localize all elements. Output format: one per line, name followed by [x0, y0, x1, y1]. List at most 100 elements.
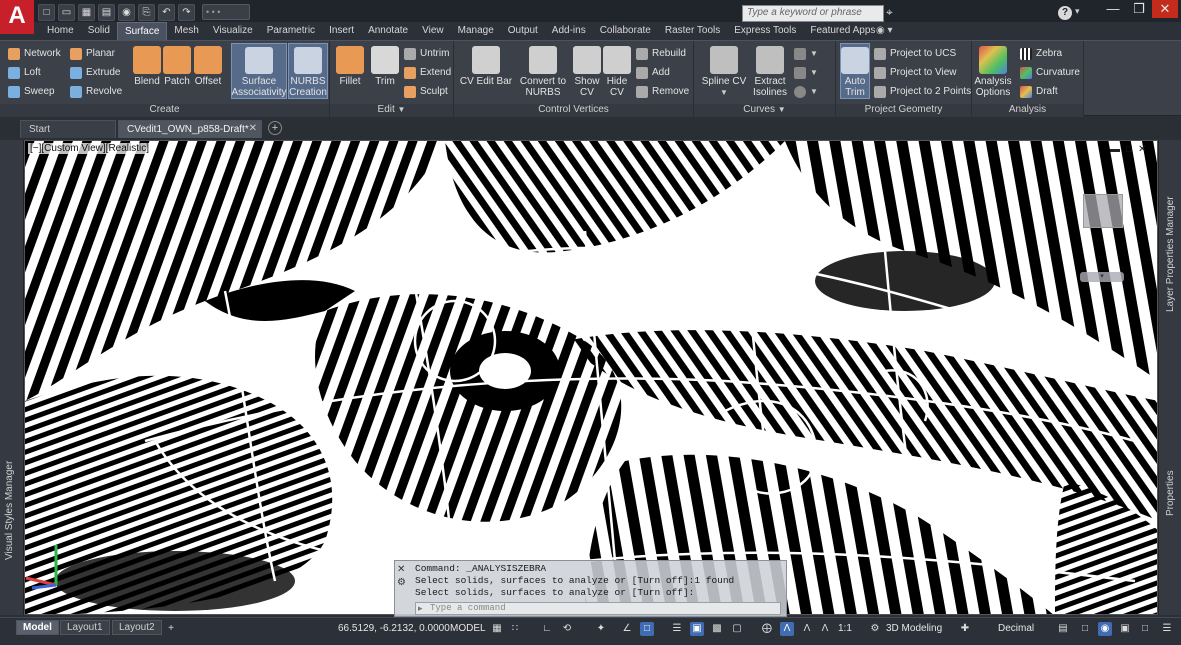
extract-isolines-button[interactable]: Extract Isolines: [750, 43, 790, 98]
blend-button[interactable]: Blend: [132, 43, 162, 87]
close-button[interactable]: ✕: [1152, 0, 1178, 18]
gear-icon[interactable]: ⚙: [868, 622, 882, 636]
show-cv-button[interactable]: Show CV: [572, 43, 602, 98]
wcs-dropdown[interactable]: ▾: [1080, 272, 1124, 282]
close-icon[interactable]: ✕: [249, 123, 257, 134]
tab-featured-apps[interactable]: Featured Apps: [803, 22, 882, 40]
project-to-2-points-button[interactable]: Project to 2 Points: [874, 83, 971, 100]
project-to-view-button[interactable]: Project to View: [874, 64, 957, 81]
customization-menu-icon[interactable]: ☰: [1160, 622, 1174, 636]
ribbon-minimize-icon[interactable]: ◉ ▾: [876, 25, 893, 36]
hide-cv-button[interactable]: Hide CV: [602, 43, 632, 98]
nurbs-creation-button[interactable]: NURBS Creation: [288, 43, 328, 99]
hardware-acceleration-icon[interactable]: ▣: [1118, 622, 1132, 636]
tab-home[interactable]: Home: [40, 22, 81, 40]
project-to-ucs-button[interactable]: Project to UCS: [874, 45, 956, 62]
object-snap-icon[interactable]: □: [640, 622, 654, 636]
tab-output[interactable]: Output: [501, 22, 545, 40]
viewport-minimize-icon[interactable]: ▬: [1110, 144, 1120, 155]
zebra-button[interactable]: Zebra: [1020, 45, 1062, 62]
object-snap-tracking-icon[interactable]: ∠: [620, 622, 634, 636]
convert-to-nurbs-button[interactable]: Convert to NURBS: [516, 43, 570, 98]
auto-trim-button[interactable]: Auto Trim: [840, 43, 870, 99]
auto-scale-icon[interactable]: Λ: [800, 622, 814, 636]
new-tab-button[interactable]: +: [268, 121, 282, 135]
visual-styles-palette[interactable]: Visual Styles Manager: [0, 140, 24, 615]
tab-surface[interactable]: Surface: [116, 22, 168, 40]
tab-parametric[interactable]: Parametric: [260, 22, 322, 40]
save-icon[interactable]: ▦: [78, 4, 95, 21]
lock-ui-icon[interactable]: □: [1078, 622, 1092, 636]
remove-cv-button[interactable]: Remove: [636, 83, 689, 100]
annotation-scale-dropdown[interactable]: 1:1: [838, 623, 852, 634]
search-input[interactable]: Type a keyword or phrase: [742, 5, 884, 22]
revolve-button[interactable]: Revolve: [70, 83, 122, 100]
curve-tool-2[interactable]: ▼: [794, 64, 818, 81]
web-mobile-icon[interactable]: ◉: [118, 4, 135, 21]
undo-icon[interactable]: ↶: [158, 4, 175, 21]
network-button[interactable]: Network: [8, 45, 61, 62]
layout-tab-layout1[interactable]: Layout1: [60, 620, 110, 635]
isodraft-icon[interactable]: ✦: [594, 622, 608, 636]
snap-icon[interactable]: ∷: [508, 622, 522, 636]
redo-icon[interactable]: ↷: [178, 4, 195, 21]
save-as-icon[interactable]: ▤: [98, 4, 115, 21]
workspace-dropdown[interactable]: • • •: [202, 4, 250, 20]
annotation-visibility-icon[interactable]: Λ: [780, 622, 794, 636]
binoculars-icon[interactable]: ⌖: [886, 5, 900, 21]
3d-object-snap-icon[interactable]: ▢: [730, 622, 744, 636]
units-dropdown[interactable]: Decimal: [998, 623, 1034, 634]
offset-button[interactable]: Offset: [192, 43, 224, 87]
layout-tab-model[interactable]: Model: [16, 620, 59, 635]
tab-solid[interactable]: Solid: [81, 22, 117, 40]
help-icon[interactable]: ?: [1058, 6, 1072, 20]
patch-button[interactable]: Patch: [162, 43, 192, 87]
polar-icon[interactable]: ⟲: [560, 622, 574, 636]
model-space-toggle[interactable]: MODEL: [450, 623, 486, 634]
analysis-options-button[interactable]: Analysis Options: [974, 43, 1012, 98]
ortho-icon[interactable]: ∟: [540, 622, 554, 636]
transparency-icon[interactable]: ▣: [690, 622, 704, 636]
panel-title-edit[interactable]: Edit ▼: [330, 104, 453, 117]
viewcube[interactable]: [1083, 194, 1123, 228]
tab-annotate[interactable]: Annotate: [361, 22, 415, 40]
doc-tab-start[interactable]: Start: [20, 120, 116, 138]
add-cv-button[interactable]: Add: [636, 64, 670, 81]
fillet-button[interactable]: Fillet: [334, 43, 366, 87]
rebuild-button[interactable]: Rebuild: [636, 45, 686, 62]
layout-tab-layout2[interactable]: Layout2: [112, 620, 162, 635]
isolate-objects-icon[interactable]: ◉: [1098, 622, 1112, 636]
print-icon[interactable]: ⎘: [138, 4, 155, 21]
viewport-controls-label[interactable]: [−][Custom View][Realistic]: [28, 143, 152, 154]
wrench-icon[interactable]: ⚙: [397, 576, 411, 589]
open-folder-icon[interactable]: ▭: [58, 4, 75, 21]
tab-manage[interactable]: Manage: [451, 22, 501, 40]
spline-cv-button[interactable]: Spline CV ▼: [700, 43, 748, 98]
tab-mesh[interactable]: Mesh: [167, 22, 205, 40]
cv-edit-bar-button[interactable]: CV Edit Bar: [458, 43, 514, 87]
minimize-button[interactable]: —: [1100, 0, 1126, 18]
dynamic-ucs-icon[interactable]: ⨁: [760, 622, 774, 636]
tab-add-ins[interactable]: Add-ins: [545, 22, 593, 40]
sculpt-button[interactable]: Sculpt: [404, 83, 448, 100]
tab-visualize[interactable]: Visualize: [206, 22, 260, 40]
properties-palette[interactable]: Properties: [1165, 470, 1176, 516]
surface-associativity-button[interactable]: Surface Associativity: [231, 43, 287, 99]
curve-tool-3[interactable]: ▼: [794, 83, 818, 100]
draft-button[interactable]: Draft: [1020, 83, 1058, 100]
panel-title-curves[interactable]: Curves ▼: [694, 104, 835, 117]
tab-raster-tools[interactable]: Raster Tools: [658, 22, 727, 40]
doc-tab-drawing[interactable]: CVedit1_OWN_p858-Draft* ✕: [118, 120, 262, 138]
tab-express-tools[interactable]: Express Tools: [727, 22, 803, 40]
restore-button[interactable]: ❒: [1126, 0, 1152, 18]
new-file-icon[interactable]: □: [38, 4, 55, 21]
trim-button[interactable]: Trim: [370, 43, 400, 87]
curve-tool-1[interactable]: ▼: [794, 45, 818, 62]
lineweight-icon[interactable]: ☰: [670, 622, 684, 636]
annotation-scale-icon[interactable]: Λ: [818, 622, 832, 636]
viewport-restore-icon[interactable]: □: [1126, 144, 1132, 155]
tab-insert[interactable]: Insert: [322, 22, 361, 40]
close-icon[interactable]: ✕: [397, 563, 411, 576]
selection-cycling-icon[interactable]: ▩: [710, 622, 724, 636]
tab-collaborate[interactable]: Collaborate: [593, 22, 658, 40]
